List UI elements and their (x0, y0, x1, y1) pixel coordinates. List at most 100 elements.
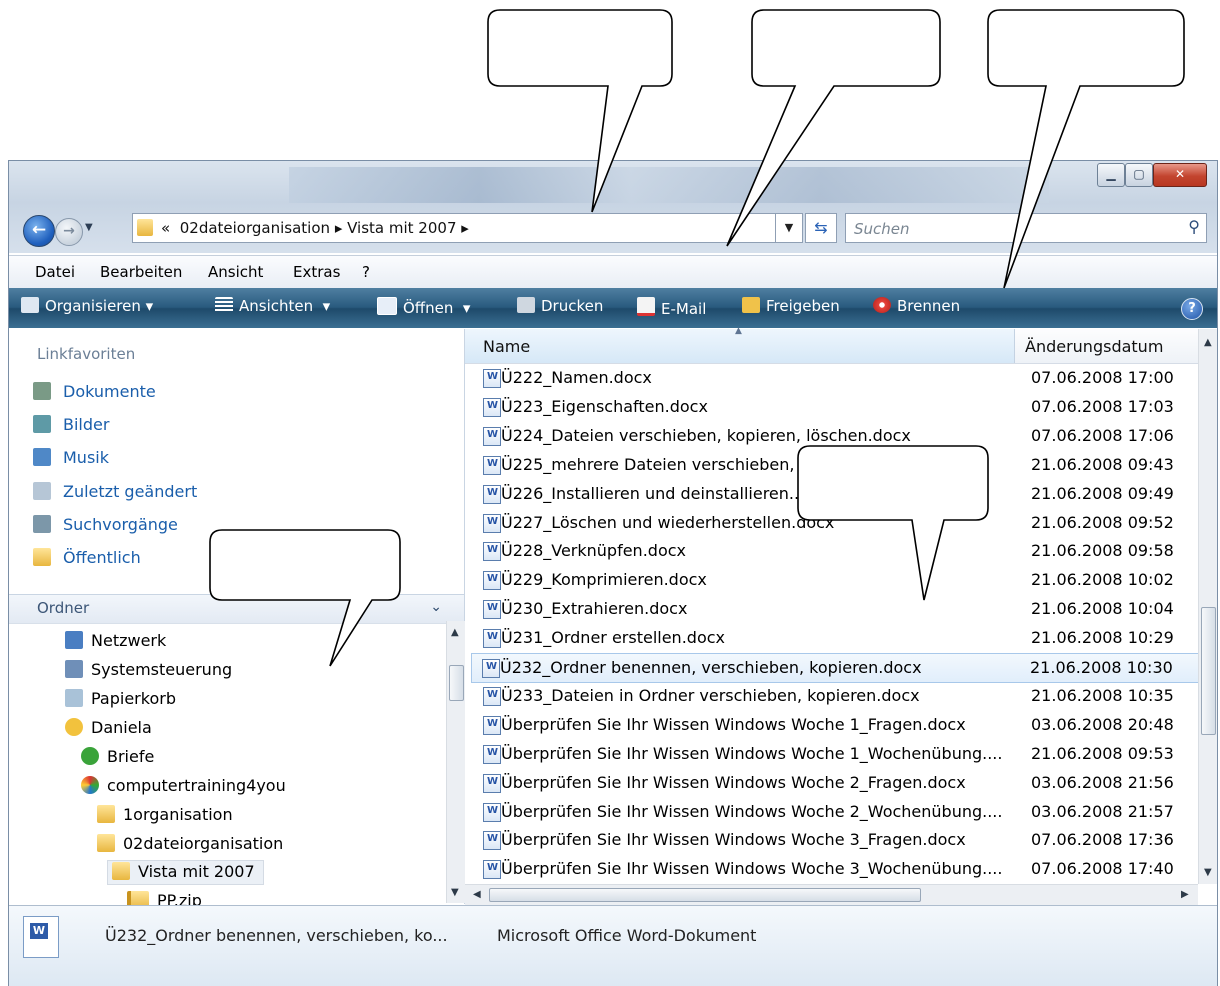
scroll-right-arrow[interactable]: ▶ (1181, 889, 1189, 900)
file-row[interactable]: Ü223_Eigenschaften.docx 07.06.2008 17:03 (473, 393, 1193, 421)
word-document-icon (483, 455, 501, 475)
back-button[interactable]: ← (23, 215, 55, 247)
file-row[interactable]: Ü232_Ordner benennen, verschieben, kopie… (471, 653, 1199, 683)
file-date: 21.06.2008 10:30 (1030, 658, 1173, 677)
file-row[interactable]: Ü231_Ordner erstellen.docx 21.06.2008 10:… (473, 624, 1193, 652)
open-button[interactable]: Öffnen ▾ (377, 297, 470, 317)
burn-button[interactable]: Brennen (873, 297, 960, 315)
favorite-oeffentlich[interactable]: Öffentlich (33, 548, 141, 567)
tree-1organisation[interactable]: 1organisation (97, 805, 233, 824)
favorite-zuletzt[interactable]: Zuletzt geändert (33, 482, 197, 501)
word-document-icon (483, 600, 501, 620)
organize-button[interactable]: Organisieren ▾ (21, 297, 153, 315)
help-icon[interactable]: ? (1181, 298, 1203, 320)
views-button[interactable]: Ansichten ▾ (215, 297, 330, 315)
scroll-thumb[interactable] (1201, 607, 1216, 735)
scroll-up-arrow[interactable]: ▲ (1204, 337, 1212, 348)
minimize-button[interactable]: ▁ (1097, 163, 1125, 187)
menu-datei[interactable]: Datei (35, 263, 75, 281)
scroll-up-arrow[interactable]: ▲ (451, 627, 459, 638)
search-folder-icon (33, 515, 51, 533)
tree-computertraining4you[interactable]: computertraining4you (81, 776, 286, 795)
search-box[interactable]: Suchen ⚲ (845, 213, 1207, 243)
file-date: 03.06.2008 21:57 (1031, 801, 1174, 821)
breadcrumb-overflow[interactable]: « (161, 219, 170, 237)
tree-netzwerk[interactable]: Netzwerk (65, 631, 166, 650)
menu-ansicht[interactable]: Ansicht (208, 263, 263, 281)
history-dropdown-icon[interactable]: ▼ (85, 222, 93, 233)
file-row[interactable]: Überprüfen Sie Ihr Wissen Windows Woche … (473, 740, 1193, 768)
refresh-icon[interactable]: ⇆ (805, 213, 837, 243)
word-document-icon (23, 916, 59, 958)
maximize-button[interactable]: ▢ (1125, 163, 1153, 187)
nav-scrollbar[interactable]: ▲ ▼ (446, 621, 465, 903)
file-row[interactable]: Ü222_Namen.docx 07.06.2008 17:00 (473, 364, 1193, 392)
folder-icon (97, 805, 115, 823)
print-button[interactable]: Drucken (517, 297, 603, 315)
tree-02dateiorganisation[interactable]: 02dateiorganisation (97, 834, 283, 853)
file-name: Ü230_Extrahieren.docx (501, 599, 688, 619)
forward-button[interactable]: → (55, 218, 83, 246)
file-date: 21.06.2008 10:29 (1031, 628, 1174, 648)
folders-header: Ordner (37, 599, 90, 617)
tree-daniela[interactable]: Daniela (65, 718, 152, 737)
file-row[interactable]: Ü230_Extrahieren.docx 21.06.2008 10:04 (473, 595, 1193, 623)
scroll-down-arrow[interactable]: ▼ (451, 887, 459, 898)
favorite-musik[interactable]: Musik (33, 448, 109, 467)
share-button[interactable]: Freigeben (742, 297, 840, 315)
folder-icon (137, 219, 153, 236)
file-row[interactable]: Ü226_Installieren und deinstallieren....… (473, 480, 1193, 508)
scroll-thumb[interactable] (449, 665, 464, 701)
favorite-suchvorgaenge[interactable]: Suchvorgänge (33, 515, 178, 534)
favorite-label: Dokumente (63, 382, 156, 401)
file-row[interactable]: Ü224_Dateien verschieben, kopieren, lösc… (473, 422, 1193, 450)
file-row[interactable]: Ü233_Dateien in Ordner verschieben, kopi… (473, 682, 1193, 710)
organize-label: Organisieren (45, 297, 141, 315)
file-row[interactable]: Überprüfen Sie Ihr Wissen Windows Woche … (473, 798, 1193, 826)
file-row[interactable]: Überprüfen Sie Ihr Wissen Windows Woche … (473, 826, 1193, 854)
column-header-name[interactable]: ▲ Name (465, 326, 1015, 363)
menu-help[interactable]: ? (362, 263, 370, 281)
email-button[interactable]: E-Mail (637, 297, 706, 318)
documents-icon (33, 382, 51, 400)
folder-icon (112, 862, 130, 880)
tree-vista-mit-2007[interactable]: Vista mit 2007 (107, 860, 264, 885)
file-row[interactable]: Ü225_mehrere Dateien verschieben, ... 21.… (473, 451, 1193, 479)
file-row[interactable]: Überprüfen Sie Ihr Wissen Windows Woche … (473, 711, 1193, 739)
breadcrumb-segment-1[interactable]: 02dateiorganisation (180, 219, 330, 237)
file-row[interactable]: Überprüfen Sie Ihr Wissen Windows Woche … (473, 769, 1193, 797)
address-bar[interactable]: « 02dateiorganisation ▸ Vista mit 2007 ▸ (132, 213, 794, 243)
tree-briefe[interactable]: Briefe (81, 747, 154, 766)
close-button[interactable]: ✕ (1153, 163, 1207, 187)
address-dropdown-icon[interactable]: ▼ (775, 213, 803, 243)
file-date: 07.06.2008 17:40 (1031, 859, 1174, 879)
search-icon[interactable]: ⚲ (1188, 217, 1200, 236)
control-panel-icon (65, 660, 83, 678)
scroll-left-arrow[interactable]: ◀ (473, 889, 481, 900)
column-header-date[interactable]: Änderungsdatum (1025, 337, 1163, 356)
breadcrumb[interactable]: « 02dateiorganisation ▸ Vista mit 2007 ▸ (161, 219, 469, 237)
breadcrumb-separator-2[interactable]: ▸ (461, 219, 469, 237)
scroll-down-arrow[interactable]: ▼ (1204, 867, 1212, 878)
folder-icon (33, 548, 51, 566)
file-row[interactable]: Ü227_Löschen und wiederherstellen.docx 21… (473, 509, 1193, 537)
horizontal-scrollbar[interactable]: ◀ ▶ (465, 884, 1198, 905)
file-row[interactable]: Ü228_Verknüpfen.docx 21.06.2008 09:58 (473, 537, 1193, 565)
folders-header-bar[interactable]: Ordner ⌄ (9, 594, 464, 624)
file-row[interactable]: Ü229_Komprimieren.docx 21.06.2008 10:02 (473, 566, 1193, 594)
breadcrumb-segment-2[interactable]: Vista mit 2007 (347, 219, 456, 237)
menu-bearbeiten[interactable]: Bearbeiten (100, 263, 182, 281)
tree-systemsteuerung[interactable]: Systemsteuerung (65, 660, 232, 679)
favorite-bilder[interactable]: Bilder (33, 415, 109, 434)
menu-extras[interactable]: Extras (293, 263, 340, 281)
favorite-dokumente[interactable]: Dokumente (33, 382, 156, 401)
hscroll-thumb[interactable] (489, 888, 921, 902)
tree-papierkorb[interactable]: Papierkorb (65, 689, 176, 708)
file-date: 21.06.2008 10:02 (1031, 570, 1174, 590)
search-placeholder[interactable]: Suchen (854, 220, 910, 238)
chevron-down-icon[interactable]: ⌄ (430, 599, 442, 615)
tree-label: Daniela (91, 718, 152, 737)
files-scrollbar[interactable]: ▲ ▼ (1198, 329, 1217, 884)
file-row[interactable]: Überprüfen Sie Ihr Wissen Windows Woche … (473, 855, 1193, 883)
breadcrumb-separator-1[interactable]: ▸ (335, 219, 343, 237)
